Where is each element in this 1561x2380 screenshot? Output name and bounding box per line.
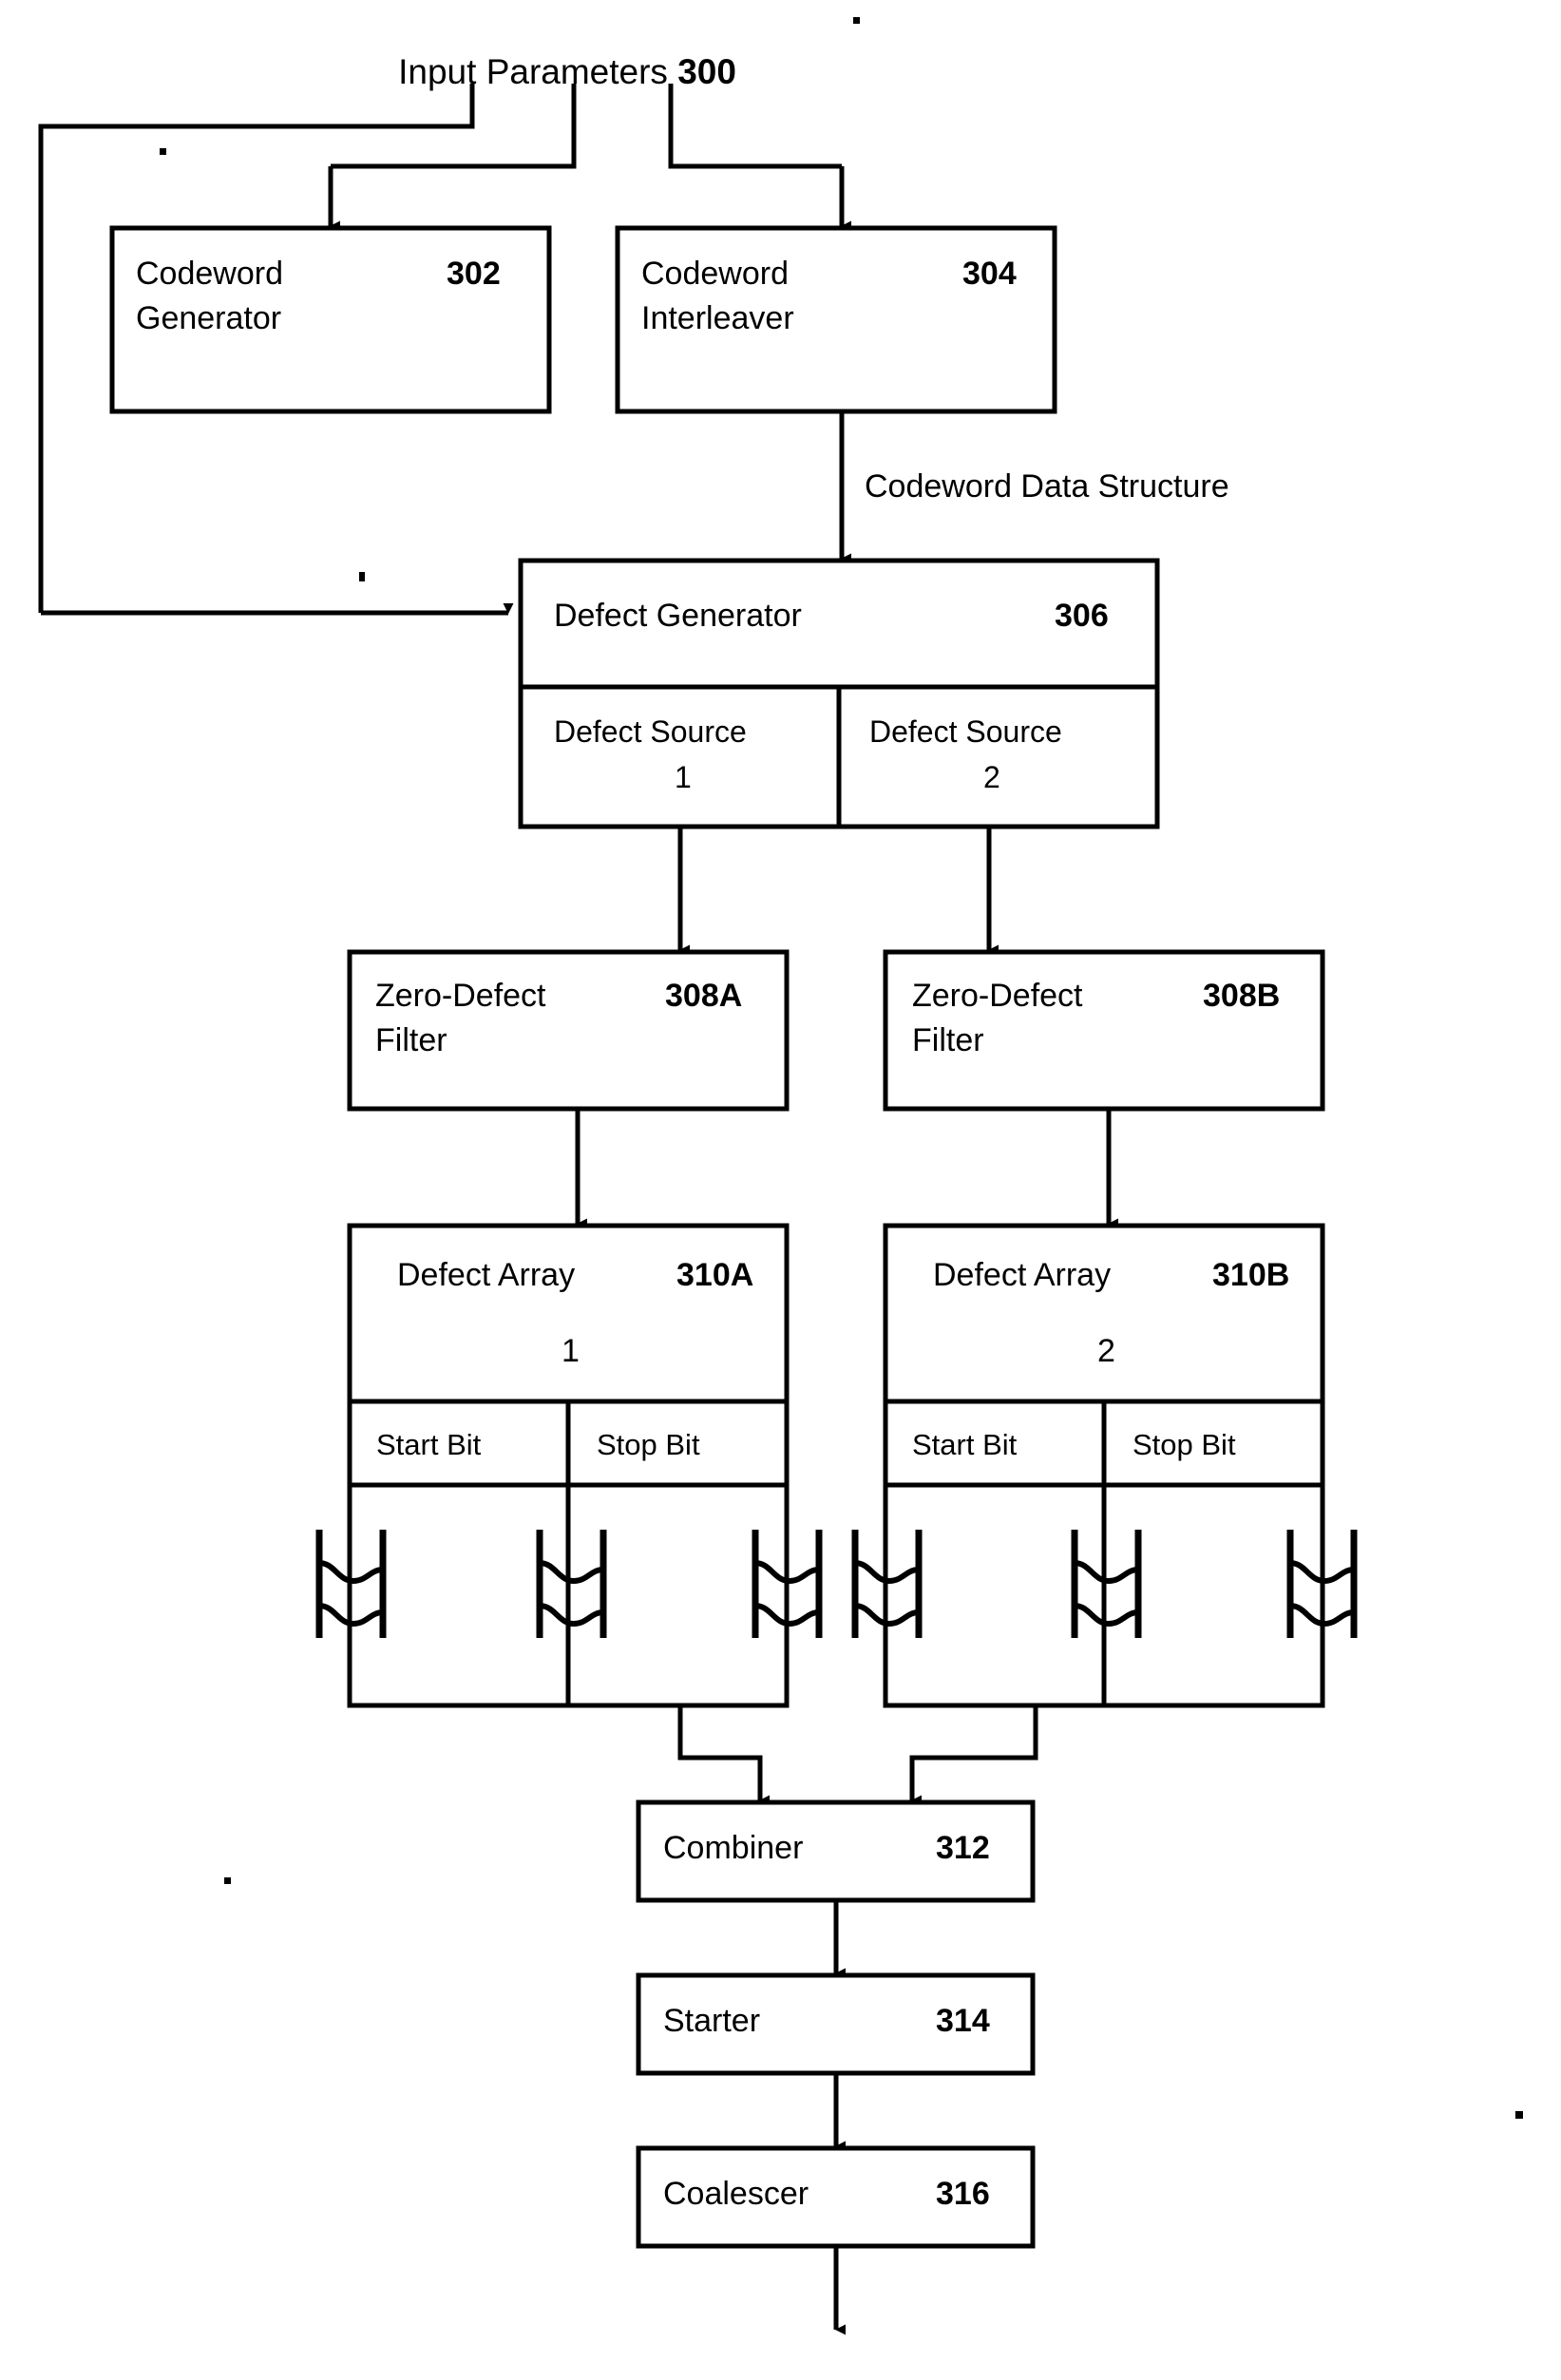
codeword-generator-label-line2: Generator (136, 300, 282, 336)
defect-array-b-col2-header: Stop Bit (1133, 1428, 1236, 1461)
defect-generator-ref: 306 (1055, 598, 1109, 634)
defect-source-2-label: Defect Source (869, 714, 1062, 749)
codeword-generator-label-line1: Codeword (136, 256, 283, 292)
starter-label: Starter (663, 2003, 761, 2039)
defect-array-a-col2-header: Stop Bit (597, 1428, 700, 1461)
codeword-interleaver-label-line1: Codeword (641, 256, 789, 292)
defect-generator-label: Defect Generator (554, 598, 802, 634)
defect-array-b-col1-header: Start Bit (912, 1428, 1018, 1461)
zero-defect-filter-b-label-line2: Filter (912, 1022, 984, 1058)
defect-source-1-index: 1 (675, 760, 692, 794)
codeword-data-structure-label: Codeword Data Structure (865, 468, 1229, 505)
coalescer-ref: 316 (936, 2176, 990, 2212)
zero-defect-filter-a-label-line1: Zero-Defect (375, 978, 546, 1014)
codeword-interleaver-label-line2: Interleaver (641, 300, 794, 336)
zero-defect-filter-a-label-line2: Filter (375, 1022, 447, 1058)
starter-ref: 314 (936, 2003, 990, 2039)
defect-array-a-label: Defect Array (397, 1257, 576, 1293)
defect-array-b-ref: 310B (1212, 1257, 1290, 1293)
defect-array-b-label: Defect Array (933, 1257, 1112, 1293)
defect-array-a-col1-header: Start Bit (376, 1428, 482, 1461)
figure-title-ref: 300 (677, 51, 736, 91)
zero-defect-filter-b-ref: 308B (1203, 978, 1281, 1014)
defect-array-a-output-arrow (677, 1705, 770, 1806)
coalescer-label: Coalescer (663, 2176, 809, 2212)
figure-title: Input Parameters 300 (359, 10, 736, 134)
codeword-interleaver-ref: 304 (962, 256, 1017, 292)
defect-array-a-ref: 310A (676, 1257, 754, 1293)
block-diagram-canvas (38, 17, 1523, 2335)
combiner-label: Combiner (663, 1830, 804, 1866)
defect-array-a-index: 1 (562, 1333, 580, 1369)
combiner-ref: 312 (936, 1830, 990, 1866)
defect-source-1-label: Defect Source (554, 714, 747, 749)
defect-array-b-output-arrow (909, 1705, 1038, 1806)
figure-title-text: Input Parameters (398, 51, 668, 91)
zero-defect-filter-a-ref: 308A (665, 978, 743, 1014)
codeword-generator-ref: 302 (447, 256, 501, 292)
defect-source-2-index: 2 (983, 760, 1000, 794)
patent-figure: Input Parameters 300 Codeword Generator … (0, 0, 1561, 2380)
defect-array-b-index: 2 (1097, 1333, 1115, 1369)
zero-defect-filter-b-label-line1: Zero-Defect (912, 978, 1083, 1014)
